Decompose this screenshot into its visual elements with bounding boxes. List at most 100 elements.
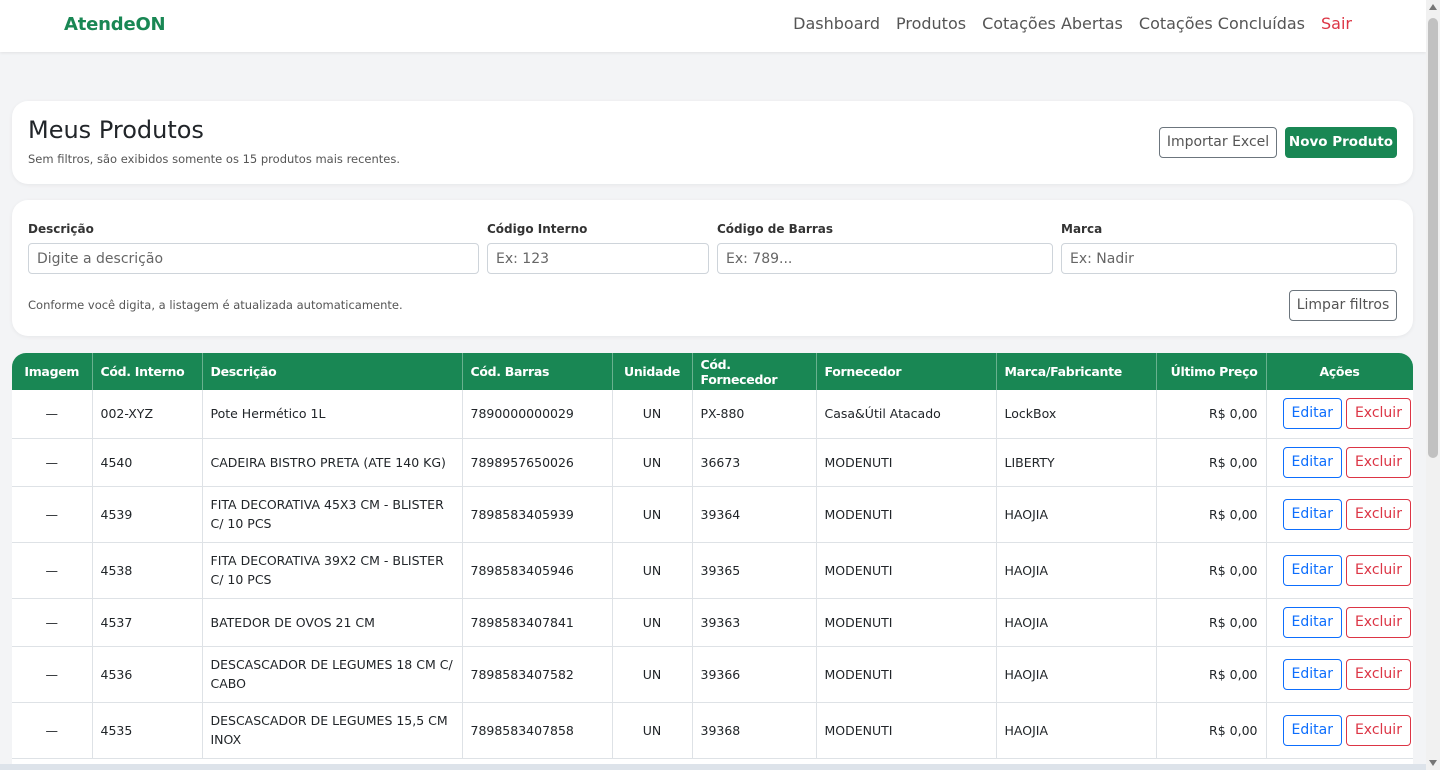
cell-unidade: UN bbox=[612, 486, 693, 543]
cell-codigo: 4536 bbox=[92, 646, 203, 703]
cell-acoes: Editar Excluir bbox=[1266, 390, 1413, 439]
bottom-strip bbox=[0, 764, 1426, 770]
delete-button[interactable]: Excluir bbox=[1345, 398, 1411, 430]
col-header-codigo-interno: Cód. Interno bbox=[92, 353, 203, 390]
cell-fornecedor: MODENUTI bbox=[816, 486, 997, 543]
cell-descricao: Pote Hermético 1L bbox=[202, 390, 463, 439]
scroll-down-icon[interactable] bbox=[1429, 760, 1437, 766]
cell-descricao: FITA DECORATIVA 39X2 CM - BLISTER C/ 10 … bbox=[202, 542, 463, 599]
filter-label-marca: Marca bbox=[1061, 222, 1103, 236]
filter-label-codigo-interno: Código Interno bbox=[487, 222, 588, 236]
cell-fornecedor: MODENUTI bbox=[816, 598, 997, 647]
cell-barras: 7898583405939 bbox=[462, 486, 613, 543]
scrollbar-thumb[interactable] bbox=[1428, 18, 1438, 458]
cell-descricao: FITA DECORATIVA 45X3 CM - BLISTER C/ 10 … bbox=[202, 486, 463, 543]
cell-marca: HAOJIA bbox=[996, 486, 1157, 543]
cell-codigo: 4537 bbox=[92, 598, 203, 647]
table-row: — 4540 CADEIRA BISTRO PRETA (ATE 140 KG)… bbox=[12, 438, 1413, 487]
cell-imagem: — bbox=[12, 646, 93, 703]
brand-logo[interactable]: AtendeON bbox=[64, 14, 166, 35]
cell-cod-fornecedor: 39365 bbox=[692, 542, 817, 599]
cell-preco: R$ 0,00 bbox=[1156, 438, 1267, 487]
col-header-fornecedor: Fornecedor bbox=[816, 353, 997, 390]
cell-marca: HAOJIA bbox=[996, 646, 1157, 703]
clear-filters-button[interactable]: Limpar filtros bbox=[1289, 290, 1397, 321]
col-header-unidade: Unidade bbox=[612, 353, 693, 390]
nav-produtos[interactable]: Produtos bbox=[896, 14, 966, 33]
page-subtitle: Sem filtros, são exibidos somente os 15 … bbox=[28, 152, 401, 166]
cell-preco: R$ 0,00 bbox=[1156, 702, 1267, 759]
delete-button[interactable]: Excluir bbox=[1345, 606, 1411, 638]
page-scrollbar[interactable] bbox=[1426, 0, 1440, 770]
barcode-filter-input[interactable] bbox=[717, 243, 1053, 274]
cell-barras: 7898957650026 bbox=[462, 438, 613, 487]
table-row: — 4538 FITA DECORATIVA 39X2 CM - BLISTER… bbox=[12, 542, 1413, 599]
nav-logout[interactable]: Sair bbox=[1321, 14, 1352, 33]
cell-preco: R$ 0,00 bbox=[1156, 542, 1267, 599]
scroll-up-icon[interactable] bbox=[1429, 4, 1437, 10]
table-row: — 4537 BATEDOR DE OVOS 21 CM 78985834078… bbox=[12, 598, 1413, 647]
col-header-ultimo-preco: Último Preço bbox=[1156, 353, 1267, 390]
cell-barras: 7898583407582 bbox=[462, 646, 613, 703]
cell-barras: 7898583405946 bbox=[462, 542, 613, 599]
edit-button[interactable]: Editar bbox=[1282, 658, 1342, 690]
cell-descricao: BATEDOR DE OVOS 21 CM bbox=[202, 598, 463, 647]
delete-button[interactable]: Excluir bbox=[1345, 714, 1411, 746]
cell-cod-fornecedor: 39368 bbox=[692, 702, 817, 759]
cell-preco: R$ 0,00 bbox=[1156, 390, 1267, 439]
cell-acoes: Editar Excluir bbox=[1266, 646, 1413, 703]
cell-cod-fornecedor: PX-880 bbox=[692, 390, 817, 439]
main-nav: Dashboard Produtos Cotações Abertas Cota… bbox=[793, 14, 1352, 33]
nav-dashboard[interactable]: Dashboard bbox=[793, 14, 880, 33]
cell-barras: 7890000000029 bbox=[462, 390, 613, 439]
cell-imagem: — bbox=[12, 486, 93, 543]
nav-cotacoes-concluidas[interactable]: Cotações Concluídas bbox=[1139, 14, 1305, 33]
cell-unidade: UN bbox=[612, 542, 693, 599]
col-header-codigo-fornecedor: Cód. Fornecedor bbox=[692, 353, 817, 390]
edit-button[interactable]: Editar bbox=[1282, 714, 1342, 746]
cell-unidade: UN bbox=[612, 646, 693, 703]
cell-cod-fornecedor: 39364 bbox=[692, 486, 817, 543]
edit-button[interactable]: Editar bbox=[1282, 446, 1342, 478]
cell-marca: HAOJIA bbox=[996, 598, 1157, 647]
cell-preco: R$ 0,00 bbox=[1156, 646, 1267, 703]
brand-filter-input[interactable] bbox=[1061, 243, 1397, 274]
new-product-button[interactable]: Novo Produto bbox=[1285, 127, 1397, 158]
edit-button[interactable]: Editar bbox=[1282, 398, 1342, 430]
cell-preco: R$ 0,00 bbox=[1156, 486, 1267, 543]
edit-button[interactable]: Editar bbox=[1282, 606, 1342, 638]
delete-button[interactable]: Excluir bbox=[1345, 554, 1411, 586]
cell-imagem: — bbox=[12, 702, 93, 759]
import-excel-button[interactable]: Importar Excel bbox=[1159, 127, 1277, 158]
filters-note: Conforme você digita, a listagem é atual… bbox=[28, 298, 403, 312]
col-header-marca: Marca/Fabricante bbox=[996, 353, 1157, 390]
table-row: — 4536 DESCASCADOR DE LEGUMES 18 CM C/ C… bbox=[12, 646, 1413, 703]
description-filter-input[interactable] bbox=[28, 243, 479, 274]
cell-fornecedor: MODENUTI bbox=[816, 438, 997, 487]
nav-cotacoes-abertas[interactable]: Cotações Abertas bbox=[982, 14, 1123, 33]
cell-fornecedor: MODENUTI bbox=[816, 542, 997, 599]
cell-preco: R$ 0,00 bbox=[1156, 598, 1267, 647]
filter-label-codigo-barras: Código de Barras bbox=[717, 222, 833, 236]
internal-code-filter-input[interactable] bbox=[487, 243, 709, 274]
delete-button[interactable]: Excluir bbox=[1345, 446, 1411, 478]
cell-fornecedor: Casa&Útil Atacado bbox=[816, 390, 997, 439]
cell-codigo: 4540 bbox=[92, 438, 203, 487]
cell-fornecedor: MODENUTI bbox=[816, 646, 997, 703]
cell-marca: HAOJIA bbox=[996, 702, 1157, 759]
cell-descricao: DESCASCADOR DE LEGUMES 18 CM C/ CABO bbox=[202, 646, 463, 703]
cell-barras: 7898583407841 bbox=[462, 598, 613, 647]
cell-codigo: 4538 bbox=[92, 542, 203, 599]
cell-imagem: — bbox=[12, 542, 93, 599]
col-header-descricao: Descrição bbox=[202, 353, 463, 390]
cell-unidade: UN bbox=[612, 598, 693, 647]
edit-button[interactable]: Editar bbox=[1282, 554, 1342, 586]
products-table-wrapper: Imagem Cód. Interno Descrição Cód. Barra… bbox=[12, 353, 1413, 770]
delete-button[interactable]: Excluir bbox=[1345, 498, 1411, 530]
cell-marca: LockBox bbox=[996, 390, 1157, 439]
delete-button[interactable]: Excluir bbox=[1345, 658, 1411, 690]
edit-button[interactable]: Editar bbox=[1282, 498, 1342, 530]
cell-unidade: UN bbox=[612, 390, 693, 439]
cell-cod-fornecedor: 39366 bbox=[692, 646, 817, 703]
cell-imagem: — bbox=[12, 390, 93, 439]
